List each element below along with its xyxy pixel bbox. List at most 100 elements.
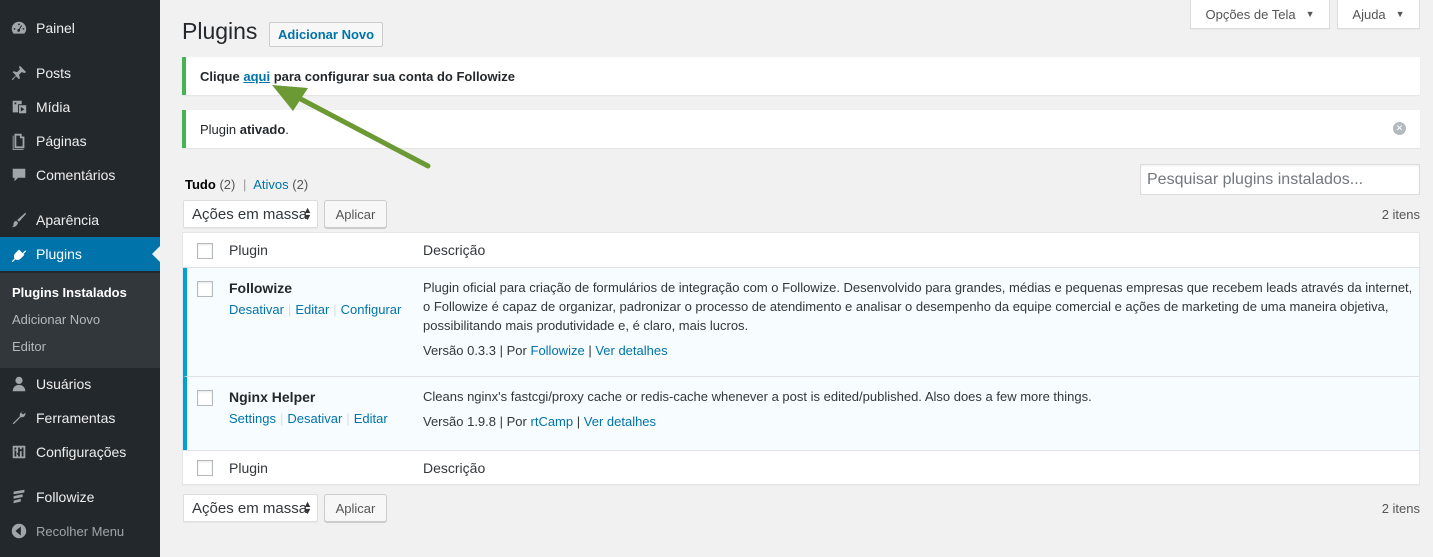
row-actions: Settings | Desativar | Editar: [229, 411, 388, 426]
plugin-name: Followize: [229, 280, 292, 296]
table-header: Plugin Descrição: [183, 233, 1419, 268]
select-all-checkbox[interactable]: [197, 243, 213, 259]
by-label: Por: [506, 414, 527, 429]
deactivate-link[interactable]: Desativar: [287, 411, 342, 426]
pin-icon: [0, 64, 36, 82]
search-plugins-input[interactable]: [1140, 164, 1420, 195]
bulk-actions-value: Ações em massa: [192, 205, 308, 223]
sidebar-item-midia[interactable]: Mídia: [0, 90, 160, 124]
settings-link[interactable]: Settings: [229, 411, 276, 426]
bulk-actions-value: Ações em massa: [192, 499, 308, 517]
notice-text-before: Plugin: [200, 121, 240, 137]
submenu-editor[interactable]: Editor: [12, 339, 46, 354]
plugin-name: Nginx Helper: [229, 389, 316, 405]
table-footer: Plugin Descrição: [183, 450, 1419, 485]
bulk-actions-select[interactable]: Ações em massa ▲ ▼: [183, 200, 318, 228]
sidebar-item-followize[interactable]: Followize: [0, 480, 160, 514]
add-new-button[interactable]: Adicionar Novo: [269, 22, 384, 47]
row-actions: Desativar | Editar | Configurar: [229, 302, 401, 317]
caret-down-icon: ▼: [1305, 9, 1315, 19]
plugins-submenu: Plugins Instalados Adicionar Novo Editor: [0, 273, 160, 368]
plugin-icon: [0, 245, 36, 263]
help-button[interactable]: Ajuda ▼: [1337, 0, 1420, 29]
view-details-link[interactable]: Ver detalhes: [584, 414, 656, 429]
edit-link[interactable]: Editar: [295, 302, 329, 317]
sidebar-item-painel[interactable]: Painel: [0, 11, 160, 45]
bulk-actions-select-bottom[interactable]: Ações em massa ▲ ▼: [183, 494, 318, 522]
notice-text-before: Clique: [200, 68, 244, 84]
screen-options-button[interactable]: Opções de Tela ▼: [1190, 0, 1330, 29]
submenu-plugins-instalados[interactable]: Plugins Instalados: [12, 285, 127, 300]
deactivate-link[interactable]: Desativar: [229, 302, 284, 317]
row-checkbox[interactable]: [197, 390, 213, 406]
apply-button-bottom[interactable]: Aplicar: [324, 494, 387, 522]
action-separator: |: [287, 302, 292, 317]
filter-separator: |: [242, 177, 247, 192]
plugin-activated-notice: Plugin ativado . ✕: [182, 110, 1420, 148]
sidebar-item-aparencia[interactable]: Aparência: [0, 203, 160, 237]
by-label: Por: [506, 343, 527, 358]
select-arrows-icon: ▲ ▼: [303, 499, 312, 516]
filter-active-count: (2): [292, 177, 309, 192]
view-details-link[interactable]: Ver detalhes: [595, 343, 667, 358]
notice-text-after: para configurar sua conta do Followize: [270, 68, 515, 84]
table-row: Nginx Helper Settings | Desativar | Editar C…: [183, 377, 1419, 450]
caret-down-icon: ▼: [1395, 9, 1405, 19]
plugin-description: Plugin oficial para criação de formulári…: [423, 280, 1413, 333]
configure-link[interactable]: Configurar: [341, 302, 402, 317]
plugin-version-line: Versão 0.3.3 | Por Followize | Ver detal…: [423, 343, 668, 358]
sidebar-item-plugins[interactable]: Plugins: [0, 237, 160, 271]
sidebar-item-label: Ferramentas: [36, 410, 116, 426]
followize-setup-notice: Clique aqui para configurar sua conta do…: [182, 57, 1420, 95]
items-count: 2 itens: [1381, 207, 1420, 222]
sidebar-item-posts[interactable]: Posts: [0, 56, 160, 90]
select-arrows-icon: ▲ ▼: [303, 205, 312, 222]
plugin-version: Versão 1.9.8: [423, 414, 496, 429]
sidebar-item-label: Aparência: [36, 212, 100, 228]
edit-link[interactable]: Editar: [354, 411, 388, 426]
sidebar-item-label: Plugins: [36, 246, 82, 262]
followize-setup-link[interactable]: aqui: [243, 69, 270, 84]
filter-active[interactable]: Ativos: [253, 177, 288, 192]
filter-all-count: (2): [219, 177, 236, 192]
sidebar-item-label: Posts: [36, 65, 72, 81]
filter-all[interactable]: Tudo: [185, 177, 216, 192]
wrench-icon: [0, 409, 36, 427]
version-separator: |: [499, 414, 504, 429]
sidebar-item-label: Painel: [36, 20, 75, 36]
sidebar-item-ferramentas[interactable]: Ferramentas: [0, 401, 160, 435]
dismiss-icon[interactable]: ✕: [1393, 122, 1406, 135]
collapse-icon: [0, 522, 36, 540]
admin-sidebar: Painel Posts Mídia Páginas Comentários A…: [0, 0, 160, 557]
page-icon: [0, 132, 36, 150]
sidebar-item-label: Mídia: [36, 99, 71, 115]
sidebar-item-usuarios[interactable]: Usuários: [0, 367, 160, 401]
brush-icon: [0, 211, 36, 229]
sidebar-item-paginas[interactable]: Páginas: [0, 124, 160, 158]
submenu-adicionar-novo[interactable]: Adicionar Novo: [12, 312, 100, 327]
column-plugin-header: Plugin: [229, 242, 268, 258]
sidebar-item-configuracoes[interactable]: Configurações: [0, 435, 160, 469]
followize-icon: [0, 488, 36, 506]
row-checkbox[interactable]: [197, 281, 213, 297]
author-link[interactable]: Followize: [531, 343, 585, 358]
items-count-bottom: 2 itens: [1381, 501, 1420, 516]
sidebar-item-label: Páginas: [36, 133, 87, 149]
apply-button[interactable]: Aplicar: [324, 200, 387, 228]
user-icon: [0, 375, 36, 393]
action-separator: |: [333, 302, 337, 317]
select-all-checkbox[interactable]: [197, 460, 213, 476]
author-link[interactable]: rtCamp: [531, 414, 574, 429]
sidebar-item-label: Configurações: [36, 444, 127, 460]
plugin-status-filters: Tudo (2) | Ativos (2): [185, 177, 308, 192]
plugin-description: Cleans nginx's fastcgi/proxy cache or re…: [423, 389, 1092, 404]
screen-options-label: Opções de Tela: [1205, 6, 1296, 22]
sidebar-item-comentarios[interactable]: Comentários: [0, 158, 160, 192]
action-separator: |: [279, 411, 284, 426]
page-title: Plugins: [182, 18, 258, 44]
collapse-menu-button[interactable]: Recolher Menu: [0, 514, 160, 548]
help-label: Ajuda: [1352, 6, 1386, 22]
sidebar-item-label: Comentários: [36, 167, 116, 183]
plugins-table: Plugin Descrição Followize Desativar | Edi…: [182, 232, 1420, 485]
media-icon: [0, 98, 36, 116]
